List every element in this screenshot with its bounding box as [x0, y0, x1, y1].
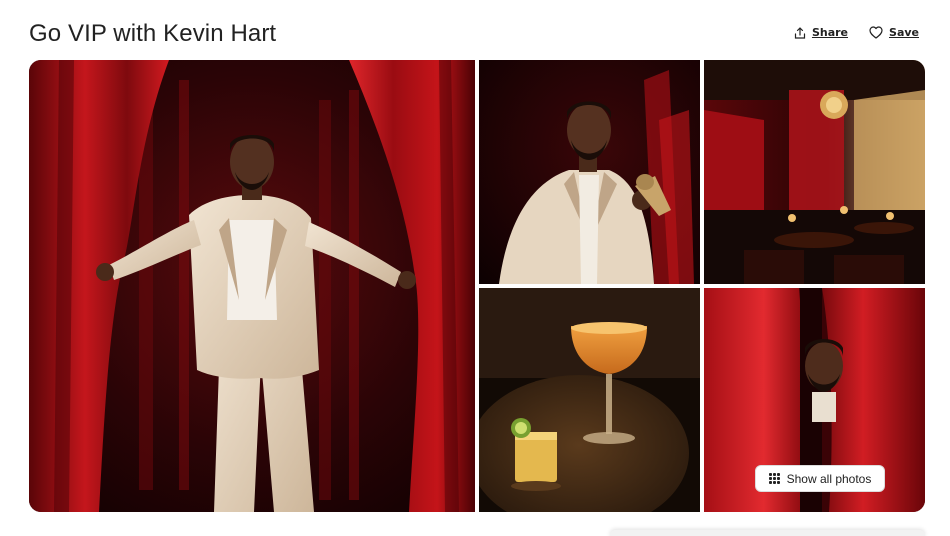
photo-microphone[interactable]: [479, 60, 700, 284]
share-button[interactable]: Share: [794, 26, 848, 39]
main-photo[interactable]: [29, 60, 475, 512]
photo-gallery: [29, 60, 925, 512]
heart-icon: [869, 26, 883, 39]
page-title: Go VIP with Kevin Hart: [29, 20, 277, 47]
photo-lounge[interactable]: [704, 60, 925, 284]
share-label: Share: [811, 26, 849, 39]
grid-icon: [768, 473, 780, 484]
listing-header: Go VIP with Kevin Hart Share Save: [29, 18, 919, 52]
header-actions: Share Save: [794, 26, 919, 39]
save-button[interactable]: Save: [869, 26, 919, 39]
save-label: Save: [889, 26, 919, 39]
booking-card-edge: [610, 530, 925, 536]
show-all-photos-label: Show all photos: [786, 471, 872, 486]
show-all-photos-button[interactable]: Show all photos: [755, 465, 885, 492]
photo-cocktail[interactable]: [479, 288, 700, 512]
share-icon: [794, 26, 806, 39]
